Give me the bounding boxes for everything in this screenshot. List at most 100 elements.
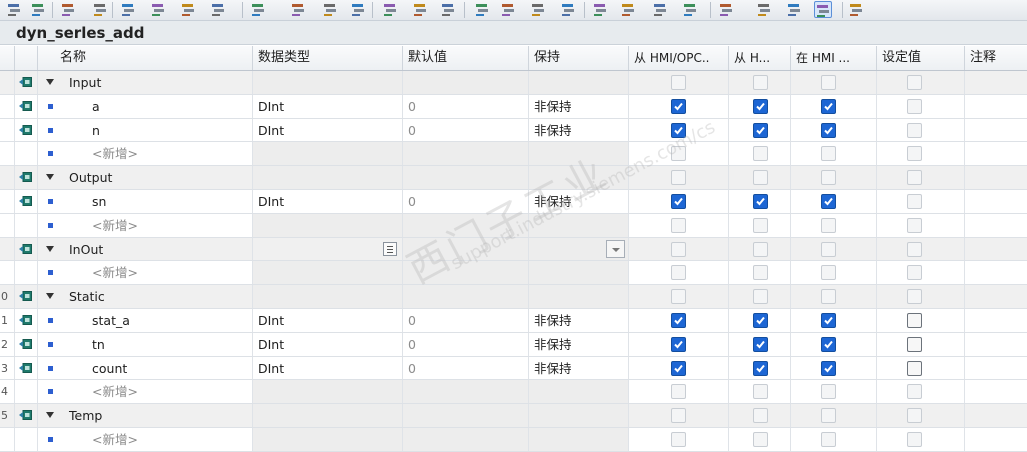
default-value-cell[interactable]: [403, 71, 529, 94]
check-hmi-accessible[interactable]: [753, 336, 768, 352]
retain-cell[interactable]: 非保持: [529, 332, 629, 356]
retain-cell[interactable]: [529, 404, 629, 427]
toolbar-button-icon[interactable]: [592, 1, 610, 18]
name-cell[interactable]: <新增>: [38, 261, 253, 285]
check-hmi-accessible[interactable]: [753, 312, 768, 328]
check-setpoint[interactable]: [907, 98, 922, 114]
datatype-cell[interactable]: [253, 237, 403, 261]
name-cell[interactable]: stat_a: [38, 308, 253, 332]
toolbar-button-icon[interactable]: [620, 1, 638, 18]
retain-cell[interactable]: [529, 213, 629, 237]
table-row[interactable]: 2 tn DInt 0 非保持: [0, 332, 1027, 357]
default-value-cell[interactable]: 0: [403, 118, 529, 142]
check-hmi-visible[interactable]: [821, 241, 836, 257]
chevron-down-icon[interactable]: [606, 239, 625, 258]
check-hmi-opc[interactable]: [671, 146, 686, 162]
check-setpoint[interactable]: [907, 384, 922, 400]
comment-cell[interactable]: [965, 71, 1027, 94]
add-row[interactable]: <新增>: [0, 213, 1027, 238]
toolbar-button-icon[interactable]: [120, 1, 138, 18]
check-hmi-visible[interactable]: [821, 98, 836, 114]
check-hmi-opc[interactable]: [671, 360, 686, 376]
name-cell[interactable]: Temp: [38, 404, 253, 427]
section-row[interactable]: Input: [0, 71, 1027, 95]
toolbar-button-icon[interactable]: [718, 1, 736, 18]
section-row[interactable]: 0 Static: [0, 285, 1027, 309]
variable-name[interactable]: tn: [92, 333, 105, 356]
datatype-cell[interactable]: [253, 166, 403, 189]
check-hmi-visible[interactable]: [821, 122, 836, 138]
check-hmi-accessible[interactable]: [753, 122, 768, 138]
toolbar-button-icon[interactable]: [6, 1, 24, 18]
check-setpoint[interactable]: [907, 217, 922, 233]
default-value-cell[interactable]: [403, 142, 529, 166]
comment-cell[interactable]: [965, 238, 1027, 261]
check-hmi-visible[interactable]: [821, 265, 836, 281]
check-hmi-opc[interactable]: [671, 312, 686, 328]
check-hmi-accessible[interactable]: [753, 384, 768, 400]
comment-cell[interactable]: [965, 142, 1027, 165]
check-hmi-visible[interactable]: [821, 170, 836, 186]
section-name[interactable]: Temp: [69, 404, 102, 427]
comment-cell[interactable]: [965, 380, 1027, 403]
toolbar-button-icon[interactable]: [382, 1, 400, 18]
comment-cell[interactable]: [965, 333, 1027, 356]
name-cell[interactable]: sn: [38, 189, 253, 213]
check-hmi-visible[interactable]: [821, 336, 836, 352]
check-hmi-accessible[interactable]: [753, 98, 768, 114]
check-hmi-visible[interactable]: [821, 360, 836, 376]
toolbar-button-icon[interactable]: [848, 1, 866, 18]
toolbar-button-icon[interactable]: [560, 1, 578, 18]
check-hmi-opc[interactable]: [671, 217, 686, 233]
check-setpoint[interactable]: [907, 75, 922, 90]
default-value-cell[interactable]: [403, 380, 529, 404]
check-hmi-opc[interactable]: [671, 265, 686, 281]
toolbar-button-icon[interactable]: [250, 1, 268, 18]
section-name[interactable]: Input: [69, 71, 101, 94]
name-cell[interactable]: InOut: [38, 237, 253, 261]
toolbar-button-icon[interactable]: [786, 1, 804, 18]
variable-name[interactable]: sn: [92, 190, 106, 213]
toolbar-button-icon[interactable]: [30, 1, 48, 18]
check-hmi-visible[interactable]: [821, 408, 836, 424]
default-value-cell[interactable]: 0: [403, 332, 529, 356]
datatype-cell[interactable]: [253, 71, 403, 94]
table-row[interactable]: 1 stat_a DInt 0 非保持: [0, 308, 1027, 333]
toolbar-button-icon[interactable]: [530, 1, 548, 18]
check-hmi-visible[interactable]: [821, 289, 836, 305]
comment-cell[interactable]: [965, 285, 1027, 308]
retain-cell[interactable]: 非保持: [529, 118, 629, 142]
retain-cell[interactable]: [529, 285, 629, 308]
check-hmi-accessible[interactable]: [753, 431, 768, 447]
comment-cell[interactable]: [965, 214, 1027, 237]
default-value-cell[interactable]: [403, 427, 529, 451]
comment-cell[interactable]: [965, 190, 1027, 213]
header-setpoint[interactable]: 设定值: [877, 46, 965, 70]
add-new-placeholder[interactable]: <新增>: [92, 428, 138, 451]
datatype-cell[interactable]: DInt: [253, 356, 403, 380]
check-hmi-opc[interactable]: [671, 170, 686, 186]
check-hmi-accessible[interactable]: [753, 217, 768, 233]
name-cell[interactable]: Input: [38, 71, 253, 94]
toolbar-button-icon[interactable]: [290, 1, 308, 18]
retain-cell[interactable]: [529, 380, 629, 404]
triangle-down-icon[interactable]: [46, 174, 54, 181]
check-hmi-visible[interactable]: [821, 193, 836, 209]
retain-cell[interactable]: [529, 166, 629, 189]
table-row[interactable]: n DInt 0 非保持: [0, 118, 1027, 143]
check-setpoint[interactable]: [907, 265, 922, 281]
check-hmi-accessible[interactable]: [753, 193, 768, 209]
comment-cell[interactable]: [965, 428, 1027, 451]
default-value-cell[interactable]: [403, 213, 529, 237]
datatype-cell[interactable]: [253, 142, 403, 166]
comment-cell[interactable]: [965, 95, 1027, 118]
datatype-cell[interactable]: DInt: [253, 308, 403, 332]
default-value-cell[interactable]: 0: [403, 356, 529, 380]
comment-cell[interactable]: [965, 309, 1027, 332]
section-name[interactable]: InOut: [69, 238, 103, 261]
name-cell[interactable]: <新增>: [38, 213, 253, 237]
datatype-cell[interactable]: DInt: [253, 189, 403, 213]
check-setpoint[interactable]: [907, 289, 922, 305]
check-setpoint[interactable]: [907, 336, 922, 352]
check-hmi-accessible[interactable]: [753, 146, 768, 162]
